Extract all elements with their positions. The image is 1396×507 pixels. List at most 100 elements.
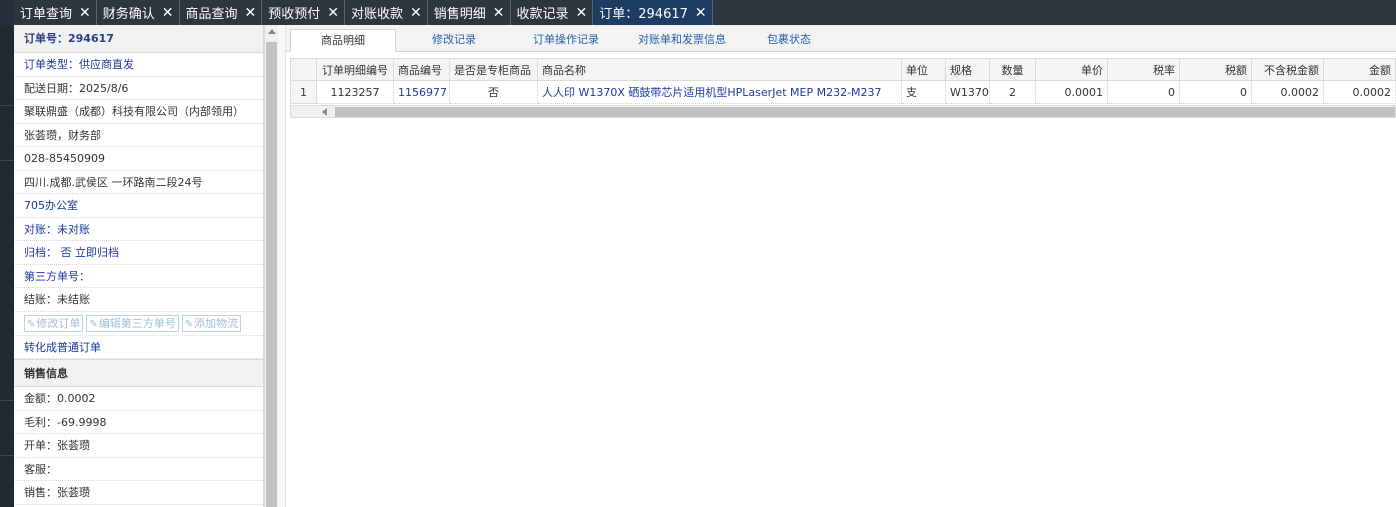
tab-sales-detail[interactable]: 销售明细 ✕	[427, 0, 511, 25]
scrollbar-thumb[interactable]	[335, 107, 1395, 117]
left-nav-strip	[0, 25, 14, 507]
strip-divider	[0, 105, 14, 106]
scroll-up-icon[interactable]	[268, 29, 276, 34]
detail-tabs: 商品明细 修改记录 订单操作记录 对账单和发票信息 包裹状态	[286, 25, 1396, 52]
close-icon[interactable]: ✕	[162, 5, 174, 21]
panel-splitter[interactable]	[278, 25, 286, 507]
counter-product-cell: 否	[449, 80, 538, 104]
strip-divider	[0, 400, 14, 401]
amount-cell: 0.0002	[1323, 80, 1396, 104]
product-name-link[interactable]: 人人印 W1370X 硒鼓带芯片适用机型HPLaserJet MEP M232-…	[537, 80, 902, 104]
phone-number: 028-85450909	[14, 147, 263, 171]
product-code-link[interactable]: 1156977	[393, 80, 450, 104]
button-label: 修改订单	[36, 316, 81, 330]
tab-product-details[interactable]: 商品明细	[290, 29, 396, 52]
tab-reconcile-collect[interactable]: 对账收款 ✕	[345, 0, 428, 25]
scrollbar-thumb[interactable]	[266, 42, 277, 507]
top-bar-edge	[0, 0, 14, 25]
unit-cell: 支	[901, 80, 946, 104]
add-logistics-button[interactable]: ✎添加物流	[181, 314, 242, 332]
tab-label: 销售明细	[433, 7, 486, 22]
close-icon[interactable]: ✕	[410, 5, 422, 21]
strip-divider	[0, 160, 14, 161]
product-grid: 订单明细编号 商品编号 是否是专柜商品 商品名称 单位 规格 数量 单价 税率 …	[290, 58, 1396, 104]
top-tabs: 订单查询 ✕ 财务确认 ✕ 商品查询 ✕ 预收预付 ✕ 对账收款 ✕ 销售明细 ✕ 收款记录…	[14, 0, 713, 25]
column-header[interactable]: 金额	[1323, 58, 1396, 81]
close-icon[interactable]: ✕	[576, 5, 588, 21]
order-info-panel: 订单号：294617 订单类型：供应商直发 配送日期：2025/8/6 聚联鼎盛…	[14, 25, 264, 507]
tab-label: 商品查询	[185, 7, 238, 22]
tab-label: 对账收款	[351, 7, 404, 22]
delivery-date: 配送日期：2025/8/6	[14, 77, 263, 100]
third-party-number[interactable]: 第三方单号：	[14, 265, 263, 288]
sales-info-header: 销售信息	[14, 359, 263, 387]
order-action-buttons: ✎修改订单 ✎编辑第三方单号 ✎添加物流	[14, 312, 263, 336]
column-header[interactable]: 商品名称	[537, 58, 902, 81]
spec-cell: W1370X	[945, 80, 990, 104]
column-header[interactable]: 规格	[945, 58, 990, 81]
tab-payment-records[interactable]: 收款记录 ✕	[510, 0, 594, 25]
info-panel-scrollbar[interactable]	[264, 25, 278, 507]
contact-person: 张荟瓒，财务部	[14, 124, 263, 147]
tab-order-query[interactable]: 订单查询 ✕	[14, 0, 97, 25]
issuer: 开单：张荟瓒	[14, 434, 263, 458]
column-header[interactable]: 不含税金额	[1251, 58, 1324, 81]
tab-package-status[interactable]: 包裹状态	[751, 29, 827, 52]
button-label: 编辑第三方单号	[98, 316, 176, 330]
customer-company: 聚联鼎盛（成都）科技有限公司（内部领用）	[14, 100, 263, 124]
tab-finance-confirm[interactable]: 财务确认 ✕	[96, 0, 180, 25]
pre-tax-amount-cell: 0.0002	[1251, 80, 1324, 104]
quantity-cell: 2	[989, 80, 1036, 104]
convert-to-normal-order-link[interactable]: 转化成普通订单	[14, 336, 263, 359]
edit-icon: ✎	[89, 318, 98, 330]
table-row[interactable]: 1 1123257 1156977 否 人人印 W1370X 硒鼓带芯片适用机型…	[290, 80, 1396, 104]
unit-price-cell: 0.0001	[1035, 80, 1108, 104]
tax-amount-cell: 0	[1179, 80, 1252, 104]
column-header[interactable]: 单价	[1035, 58, 1108, 81]
strip-divider	[0, 455, 14, 456]
order-type[interactable]: 订单类型：供应商直发	[14, 53, 263, 77]
tab-order-294617[interactable]: 订单：294617 ✕	[593, 0, 713, 25]
row-number: 1	[290, 80, 317, 104]
tab-label: 订单查询	[20, 7, 73, 22]
close-icon[interactable]: ✕	[79, 5, 91, 21]
archive-status[interactable]: 归档： 否 立即归档	[14, 241, 263, 265]
detail-number-cell: 1123257	[316, 80, 394, 104]
column-header[interactable]: 税率	[1107, 58, 1180, 81]
close-icon[interactable]: ✕	[245, 5, 257, 21]
gross-profit: 毛利：-69.9998	[14, 411, 263, 434]
settlement-status: 结账：未结账	[14, 288, 263, 312]
scroll-left-icon[interactable]	[322, 108, 327, 116]
close-icon[interactable]: ✕	[493, 5, 505, 21]
column-header[interactable]: 订单明细编号	[316, 58, 394, 81]
tab-label: 财务确认	[102, 7, 155, 22]
tab-product-query[interactable]: 商品查询 ✕	[179, 0, 263, 25]
sales-amount: 金额：0.0002	[14, 387, 263, 411]
tab-label: 预收预付	[268, 7, 321, 22]
order-detail-content: 商品明细 修改记录 订单操作记录 对账单和发票信息 包裹状态 订单明细编号 商品…	[286, 25, 1396, 507]
customer-service: 客服：	[14, 458, 263, 481]
edit-icon: ✎	[27, 318, 36, 330]
tab-label: 收款记录	[516, 7, 569, 22]
grid-horizontal-scrollbar[interactable]	[290, 105, 1396, 118]
modify-order-button[interactable]: ✎修改订单	[24, 314, 84, 332]
tab-order-operation-records[interactable]: 订单操作记录	[517, 29, 615, 52]
column-header[interactable]: 单位	[901, 58, 946, 81]
column-header[interactable]: 是否是专柜商品	[449, 58, 538, 81]
column-header[interactable]: 商品编号	[393, 58, 450, 81]
column-header[interactable]: 数量	[989, 58, 1036, 81]
tab-statement-invoice[interactable]: 对账单和发票信息	[624, 29, 740, 52]
top-tab-bar: 订单查询 ✕ 财务确认 ✕ 商品查询 ✕ 预收预付 ✕ 对账收款 ✕ 销售明细 ✕ 收款记录…	[0, 0, 1396, 25]
tab-label: 订单：294617	[599, 7, 688, 22]
edit-third-party-button[interactable]: ✎编辑第三方单号	[86, 314, 179, 332]
office[interactable]: 705办公室	[14, 194, 263, 218]
tab-modify-records[interactable]: 修改记录	[406, 29, 502, 52]
close-icon[interactable]: ✕	[327, 5, 339, 21]
salesperson: 销售：张荟瓒	[14, 481, 263, 505]
column-header[interactable]: 税额	[1179, 58, 1252, 81]
button-label: 添加物流	[194, 316, 239, 330]
reconcile-status[interactable]: 对账：未对账	[14, 218, 263, 241]
tab-prepayment[interactable]: 预收预付 ✕	[262, 0, 345, 25]
close-icon[interactable]: ✕	[695, 5, 707, 21]
order-number-header: 订单号：294617	[14, 25, 263, 53]
